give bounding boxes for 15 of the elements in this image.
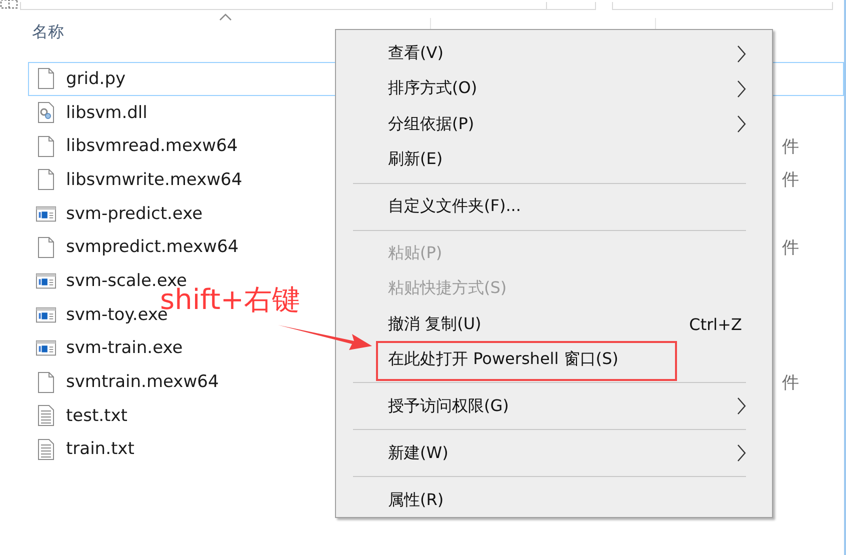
file-type-text: 件 <box>782 136 799 158</box>
file-name: svmpredict.mexw64 <box>66 237 239 258</box>
file-name: libsvmwrite.mexw64 <box>66 170 242 190</box>
file-name: libsvmread.mexw64 <box>66 136 238 156</box>
file-name: svm-predict.exe <box>66 204 203 224</box>
file-name: svm-train.exe <box>66 338 183 358</box>
file-name: test.txt <box>66 406 128 426</box>
file-name: libsvm.dll <box>66 102 148 123</box>
file-name: grid.py <box>66 68 126 89</box>
shortcut-text: Ctrl+Z <box>689 314 742 334</box>
file-type-text: 件 <box>782 372 799 394</box>
file-name: train.txt <box>66 439 134 460</box>
file-name: svmtrain.mexw64 <box>66 372 219 392</box>
file-type-text: 件 <box>782 169 799 192</box>
file-type-text: 件 <box>782 236 799 259</box>
